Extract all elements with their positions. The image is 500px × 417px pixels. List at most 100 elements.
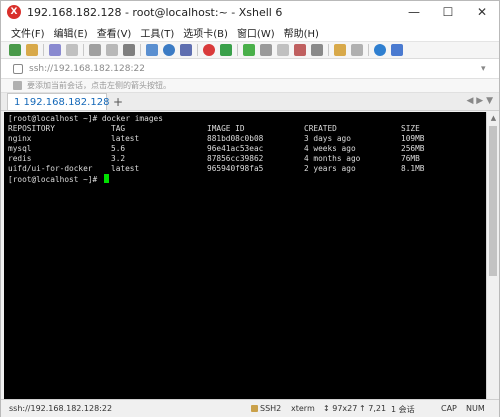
header-image-id: IMAGE ID: [207, 124, 245, 133]
row-size: 256MB: [401, 144, 425, 153]
toolbar: [1, 41, 499, 59]
help-icon[interactable]: [374, 44, 386, 56]
properties-icon[interactable]: [146, 44, 158, 56]
row-created: 3 days ago: [304, 134, 351, 143]
terminal-command-line: [root@localhost ~]# docker images: [8, 114, 163, 123]
row-repository: uifd/ui-for-docker: [8, 164, 93, 173]
row-tag: 3.2: [111, 154, 126, 163]
lock-icon[interactable]: [260, 44, 272, 56]
close-button[interactable]: ✕: [465, 1, 499, 23]
header-size: SIZE: [401, 124, 420, 133]
status-size: ↕ 97x27: [323, 404, 358, 413]
xftp-icon[interactable]: [203, 44, 215, 56]
font-icon[interactable]: [180, 44, 192, 56]
script-icon[interactable]: [334, 44, 346, 56]
title-bar: X 192.168.182.128 - root@localhost:~ - X…: [1, 1, 499, 23]
menu-view[interactable]: 查看(V): [97, 25, 132, 40]
scrollbar-thumb[interactable]: [489, 126, 497, 276]
status-bar: ssh://192.168.182.128:22 SSH2 xterm ↕ 97…: [1, 399, 499, 417]
session-icon: [13, 63, 23, 74]
globe-icon[interactable]: [163, 44, 175, 56]
transfer-icon[interactable]: [220, 44, 232, 56]
row-repository: nginx: [8, 134, 32, 143]
row-image-id: 881bd08c0b08: [207, 134, 264, 143]
maximize-button[interactable]: ☐: [431, 1, 465, 23]
terminal-scrollbar[interactable]: ▲: [486, 112, 499, 399]
header-created: CREATED: [304, 124, 337, 133]
toolbar-divider: [83, 44, 84, 56]
find-icon[interactable]: [123, 44, 135, 56]
status-sessions: 1 会话: [391, 405, 415, 414]
options-icon[interactable]: [391, 44, 403, 56]
status-terminal-type: xterm: [291, 404, 315, 413]
terminal-row: nginx latest 881bd08c0b08 3 days ago 109…: [8, 134, 486, 144]
toolbar-divider: [43, 44, 44, 56]
menu-window[interactable]: 窗口(W): [237, 25, 275, 40]
terminal-prompt-line: [root@localhost ~]#: [8, 174, 486, 184]
window-controls: — ☐ ✕: [397, 1, 499, 23]
compose-icon[interactable]: [311, 44, 323, 56]
menu-file[interactable]: 文件(F): [11, 25, 45, 40]
toolbar-divider: [197, 44, 198, 56]
xshell-icon: X: [7, 5, 21, 19]
minimize-button[interactable]: —: [397, 1, 431, 23]
xshell-window: X 192.168.182.128 - root@localhost:~ - X…: [0, 0, 500, 417]
terminal-header-row: REPOSITORY TAG IMAGE ID CREATED SIZE: [8, 124, 486, 134]
row-repository: mysql: [8, 144, 32, 153]
terminal-screen[interactable]: [root@localhost ~]# docker images REPOSI…: [4, 112, 486, 399]
status-size-value: 97x27: [332, 404, 358, 413]
copy-icon[interactable]: [89, 44, 101, 56]
hint-text: 要添加当前会话，点击左侧的箭头按钮。: [27, 81, 171, 90]
new-session-icon[interactable]: [9, 44, 21, 56]
row-created: 4 weeks ago: [304, 144, 356, 153]
disconnect-icon[interactable]: [49, 44, 61, 56]
address-input[interactable]: ssh://192.168.182.128:22: [29, 64, 145, 74]
toolbar-divider: [237, 44, 238, 56]
add-tab-button[interactable]: +: [111, 95, 125, 109]
terminal-row: mysql 5.6 96e41ac53eac 4 weeks ago 256MB: [8, 144, 486, 154]
toolbar-divider: [140, 44, 141, 56]
fullscreen-icon[interactable]: [243, 44, 255, 56]
row-size: 109MB: [401, 134, 425, 143]
menu-tools[interactable]: 工具(T): [140, 25, 174, 40]
row-image-id: 965940f98fa5: [207, 164, 264, 173]
highlight-icon[interactable]: [294, 44, 306, 56]
row-created: 2 years ago: [304, 164, 356, 173]
info-icon: [13, 81, 22, 90]
menu-edit[interactable]: 编辑(E): [54, 25, 88, 40]
toolbar-divider: [328, 44, 329, 56]
status-num: NUM: [466, 404, 485, 413]
paste-icon[interactable]: [106, 44, 118, 56]
terminal-row: redis 3.2 87856cc39862 4 months ago 76MB: [8, 154, 486, 164]
tab-navigation[interactable]: ◀ ▶ ▼: [467, 96, 494, 106]
row-size: 76MB: [401, 154, 420, 163]
layout-icon[interactable]: [351, 44, 363, 56]
status-caps: CAP: [441, 404, 457, 413]
keyboard-icon[interactable]: [277, 44, 289, 56]
status-protocol: SSH2: [251, 404, 281, 413]
row-tag: latest: [111, 134, 140, 143]
terminal-cursor: [103, 174, 109, 183]
row-repository: redis: [8, 154, 32, 163]
menu-bar: 文件(F) 编辑(E) 查看(V) 工具(T) 选项卡(B) 窗口(W) 帮助(…: [1, 23, 499, 41]
window-title: 192.168.182.128 - root@localhost:~ - Xsh…: [27, 5, 283, 19]
header-repository: REPOSITORY: [8, 124, 55, 133]
row-created: 4 months ago: [304, 154, 361, 163]
toolbar-divider: [368, 44, 369, 56]
status-protocol-label: SSH2: [260, 404, 282, 413]
scroll-up-icon[interactable]: ▲: [487, 112, 500, 124]
connect-icon[interactable]: [66, 44, 78, 56]
lock-icon: [251, 405, 258, 412]
terminal-prompt: [root@localhost ~]#: [8, 175, 102, 184]
address-dropdown-icon[interactable]: ▾: [481, 64, 491, 74]
row-image-id: 96e41ac53eac: [207, 144, 264, 153]
hint-bar: 要添加当前会话，点击左侧的箭头按钮。: [1, 79, 499, 93]
status-position: ↑ 7,21: [359, 404, 387, 413]
menu-tabs[interactable]: 选项卡(B): [183, 25, 228, 40]
open-folder-icon[interactable]: [26, 44, 38, 56]
menu-help[interactable]: 帮助(H): [284, 25, 319, 40]
tab-session-1[interactable]: 1 192.168.182.128: [7, 93, 109, 110]
header-tag: TAG: [111, 124, 126, 133]
row-size: 8.1MB: [401, 164, 425, 173]
status-position-value: 7,21: [368, 404, 387, 413]
